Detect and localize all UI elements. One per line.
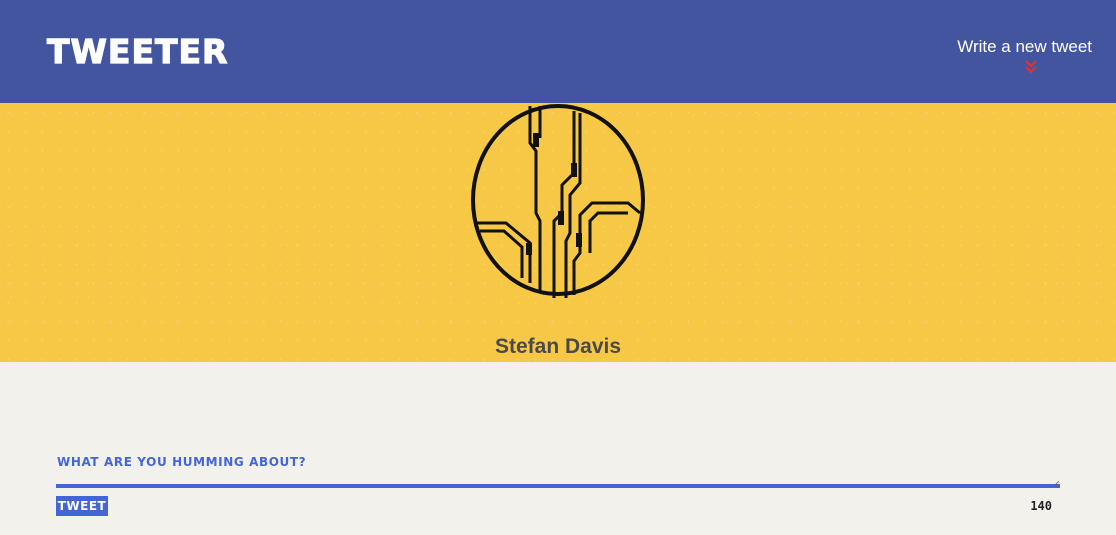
profile-banner: Stefan Davis — [0, 103, 1116, 362]
app-logo[interactable]: TWEETER — [46, 31, 228, 72]
write-new-tweet-link[interactable]: Write a new tweet — [957, 36, 1092, 58]
compose-form: What are you humming about? Tweet 140 — [56, 449, 1060, 529]
tweet-button[interactable]: Tweet — [56, 496, 108, 516]
tweet-textarea[interactable] — [56, 468, 1060, 488]
resize-grip-icon[interactable] — [1053, 481, 1059, 487]
double-chevron-down-icon[interactable] — [1024, 59, 1038, 75]
top-nav: TWEETER Write a new tweet — [0, 0, 1116, 103]
char-counter: 140 — [1030, 499, 1052, 513]
profile-name: Stefan Davis — [494, 335, 622, 358]
circuit-avatar-icon — [471, 104, 645, 298]
